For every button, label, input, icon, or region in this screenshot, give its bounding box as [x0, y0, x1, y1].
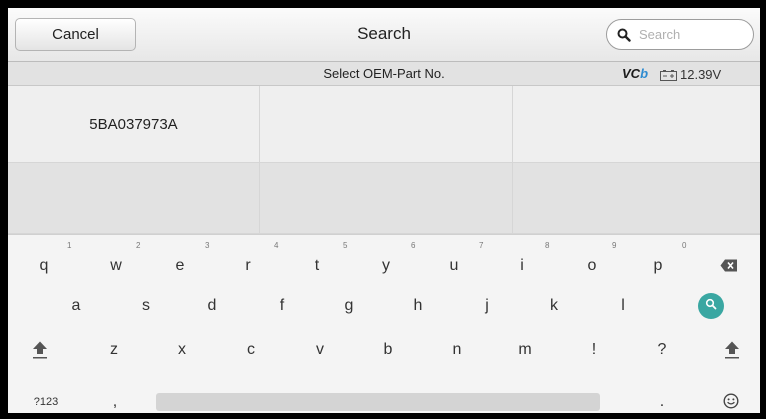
vci-status-icon: VCb [622, 66, 649, 81]
key-hint: 1 [67, 241, 72, 250]
key-l[interactable]: l [603, 291, 643, 321]
key-z[interactable]: z [94, 335, 134, 365]
key-hint: 4 [274, 241, 279, 250]
key-d[interactable]: d [192, 291, 232, 321]
battery-icon [660, 68, 677, 86]
key-question[interactable]: ? [642, 335, 682, 365]
key-g[interactable]: g [329, 291, 369, 321]
key-r[interactable]: r [228, 251, 268, 281]
key-e[interactable]: e [160, 251, 200, 281]
grid-cell[interactable] [513, 163, 760, 234]
key-b[interactable]: b [368, 335, 408, 365]
key-hint: 2 [136, 241, 141, 250]
app-screen: Cancel Search Select OEM-Part No. VCb 12… [8, 8, 760, 413]
key-x[interactable]: x [162, 335, 202, 365]
shift-icon[interactable] [724, 341, 740, 364]
key-w[interactable]: w [96, 251, 136, 281]
key-t[interactable]: t [297, 251, 337, 281]
key-hint: 7 [479, 241, 484, 250]
key-i[interactable]: i [502, 251, 542, 281]
search-go-key[interactable] [698, 293, 724, 319]
key-k[interactable]: k [534, 291, 574, 321]
key-v[interactable]: v [300, 335, 340, 365]
key-hint: 5 [343, 241, 348, 250]
space-bar[interactable] [156, 393, 600, 411]
key-c[interactable]: c [231, 335, 271, 365]
search-input[interactable] [639, 27, 739, 42]
key-hint: 9 [612, 241, 617, 250]
on-screen-keyboard: q w e r t y u i o p 1 2 3 4 5 6 7 8 9 0 … [8, 234, 760, 413]
grid-cell[interactable] [8, 163, 260, 234]
key-a[interactable]: a [56, 291, 96, 321]
backspace-icon[interactable] [720, 259, 738, 277]
key-comma[interactable]: , [95, 387, 135, 413]
search-icon [617, 28, 631, 42]
key-period[interactable]: . [642, 387, 682, 413]
emoji-icon[interactable] [723, 393, 739, 413]
key-f[interactable]: f [262, 291, 302, 321]
symbols-key[interactable]: ?123 [26, 387, 66, 413]
sub-header: Select OEM-Part No. VCb 12.39V [8, 62, 760, 86]
key-s[interactable]: s [126, 291, 166, 321]
grid-cell[interactable] [260, 86, 513, 163]
search-box[interactable] [606, 19, 754, 50]
key-o[interactable]: o [572, 251, 612, 281]
key-y[interactable]: y [366, 251, 406, 281]
key-hint: 8 [545, 241, 550, 250]
key-p[interactable]: p [638, 251, 678, 281]
part-number-grid: 5BA037973A [8, 86, 760, 234]
key-hint: 0 [682, 241, 687, 250]
key-q[interactable]: q [24, 251, 64, 281]
battery-voltage: 12.39V [680, 67, 722, 82]
search-go-icon [705, 297, 717, 315]
shift-icon[interactable] [32, 341, 48, 364]
key-h[interactable]: h [398, 291, 438, 321]
grid-cell[interactable]: 5BA037973A [8, 86, 260, 163]
key-hint: 6 [411, 241, 416, 250]
key-m[interactable]: m [505, 335, 545, 365]
key-hint: 3 [205, 241, 210, 250]
key-exclamation[interactable]: ! [574, 335, 614, 365]
cancel-button[interactable]: Cancel [15, 18, 136, 51]
grid-cell[interactable] [513, 86, 760, 163]
key-n[interactable]: n [437, 335, 477, 365]
key-j[interactable]: j [467, 291, 507, 321]
top-bar: Cancel Search [8, 8, 760, 62]
grid-cell[interactable] [260, 163, 513, 234]
key-u[interactable]: u [434, 251, 474, 281]
